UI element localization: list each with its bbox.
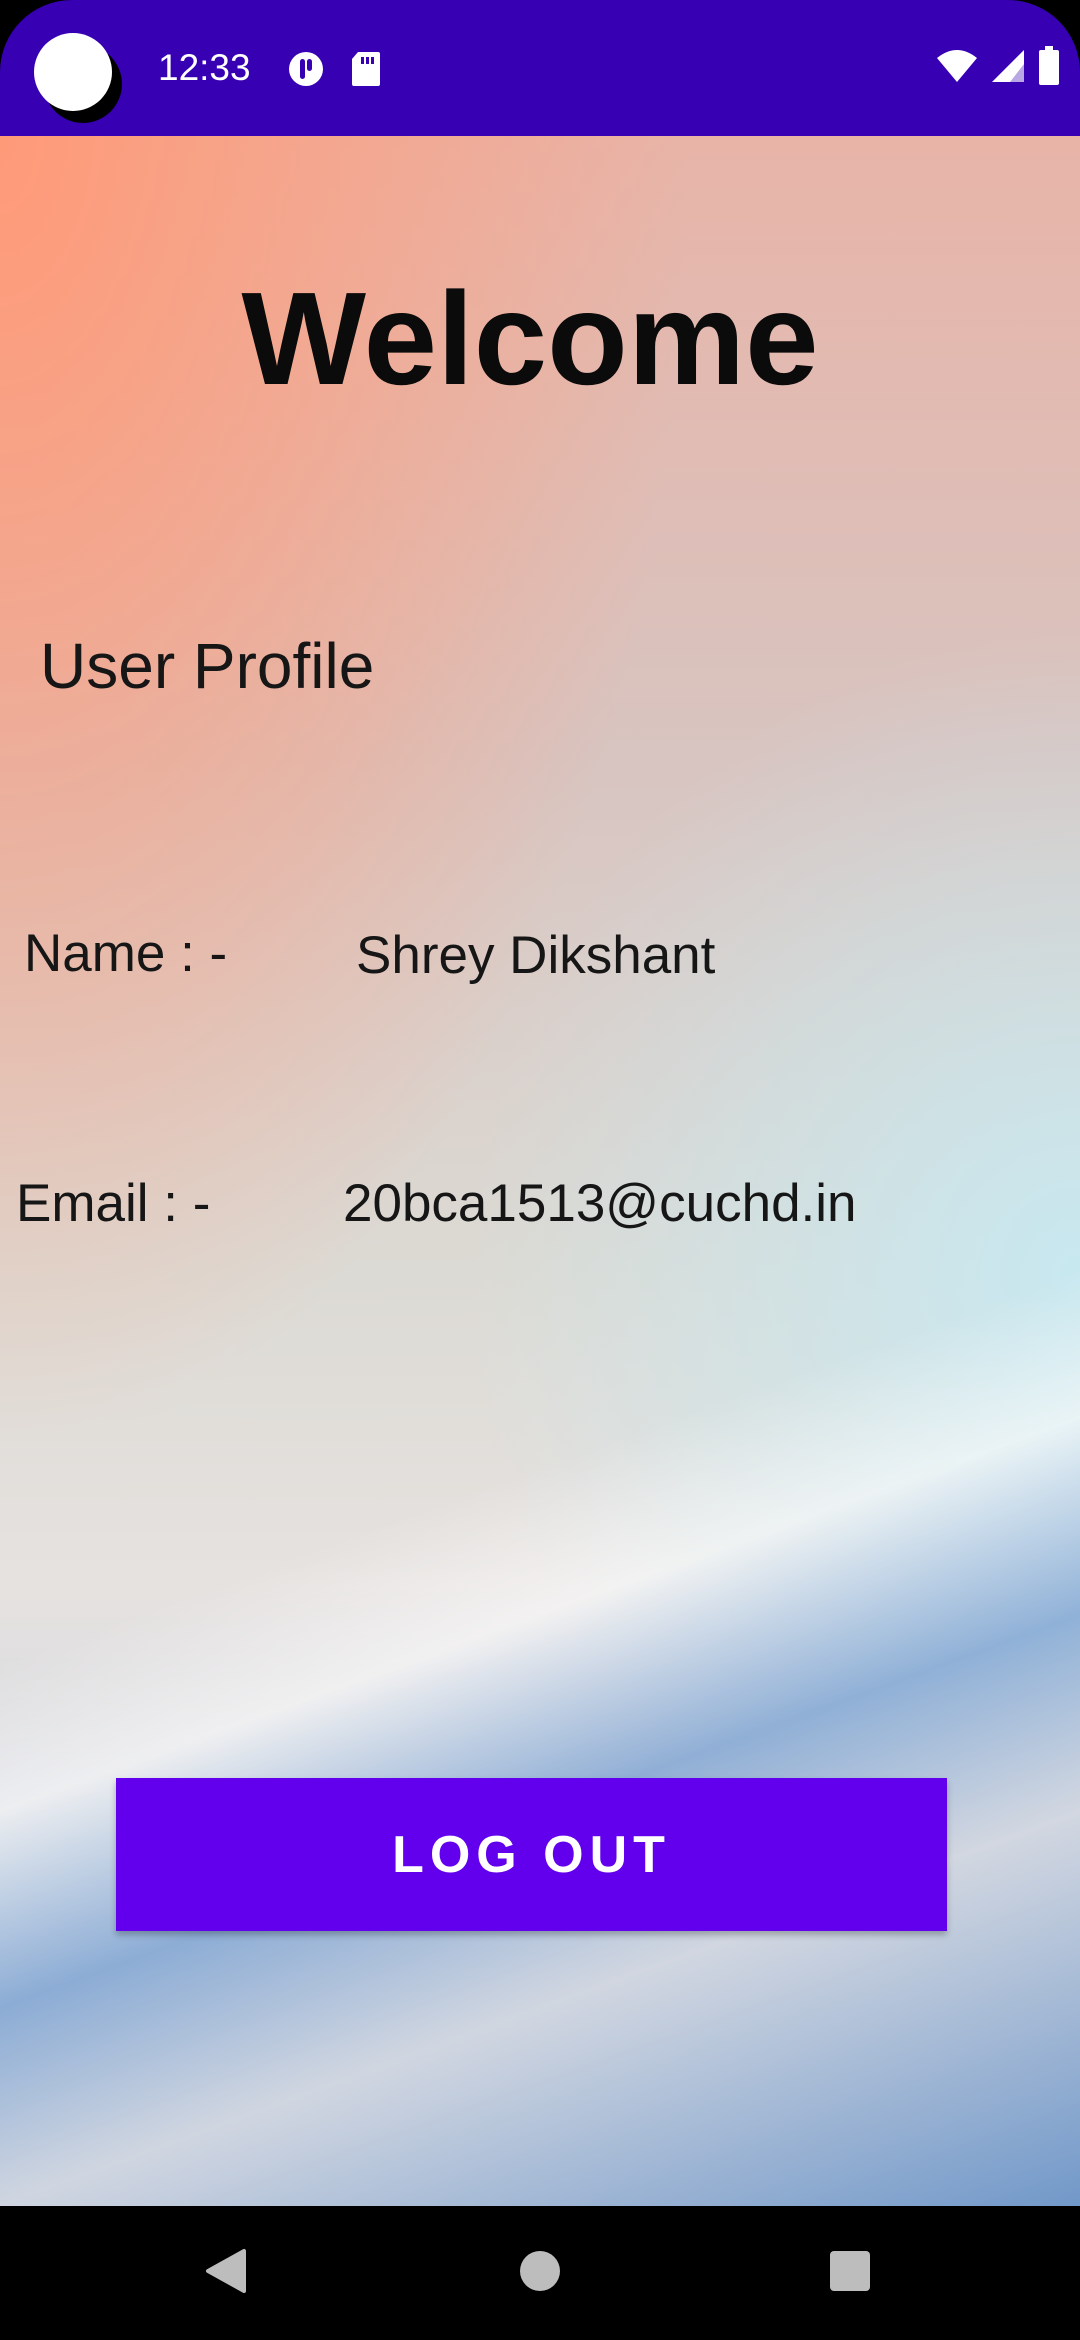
- logout-button[interactable]: LOG OUT: [116, 1778, 947, 1931]
- user-profile-heading: User Profile: [40, 630, 375, 702]
- profile-content: Welcome User Profile Name : - Shrey Diks…: [0, 136, 1080, 2206]
- phone-screen: 12:33 Welcome User Profile Name: - Shre…: [0, 0, 1080, 2340]
- wifi-icon: [936, 48, 978, 89]
- home-icon: [519, 2250, 561, 2297]
- signal-icon: [990, 48, 1026, 89]
- battery-icon: [1038, 45, 1060, 91]
- navigation-bar: [0, 2206, 1080, 2340]
- status-bar: 12:33: [0, 0, 1080, 136]
- email-label: Email : -: [16, 1174, 211, 1233]
- back-icon: [204, 2247, 248, 2300]
- camera-cutout: [34, 33, 112, 111]
- recents-button[interactable]: [770, 2206, 930, 2340]
- status-time: 12:33: [158, 47, 251, 88]
- sd-card-icon: [350, 50, 388, 88]
- email-value: 20bca1513@cuchd.in: [343, 1174, 857, 1233]
- name-value: Shrey Dikshant: [356, 926, 716, 985]
- data-saver-icon: [287, 50, 325, 88]
- name-label: Name : -: [24, 924, 228, 983]
- welcome-title: Welcome: [241, 265, 819, 412]
- back-button[interactable]: [146, 2206, 306, 2340]
- home-button[interactable]: [460, 2206, 620, 2340]
- status-icons-right: [936, 45, 1060, 91]
- recents-icon: [829, 2250, 871, 2297]
